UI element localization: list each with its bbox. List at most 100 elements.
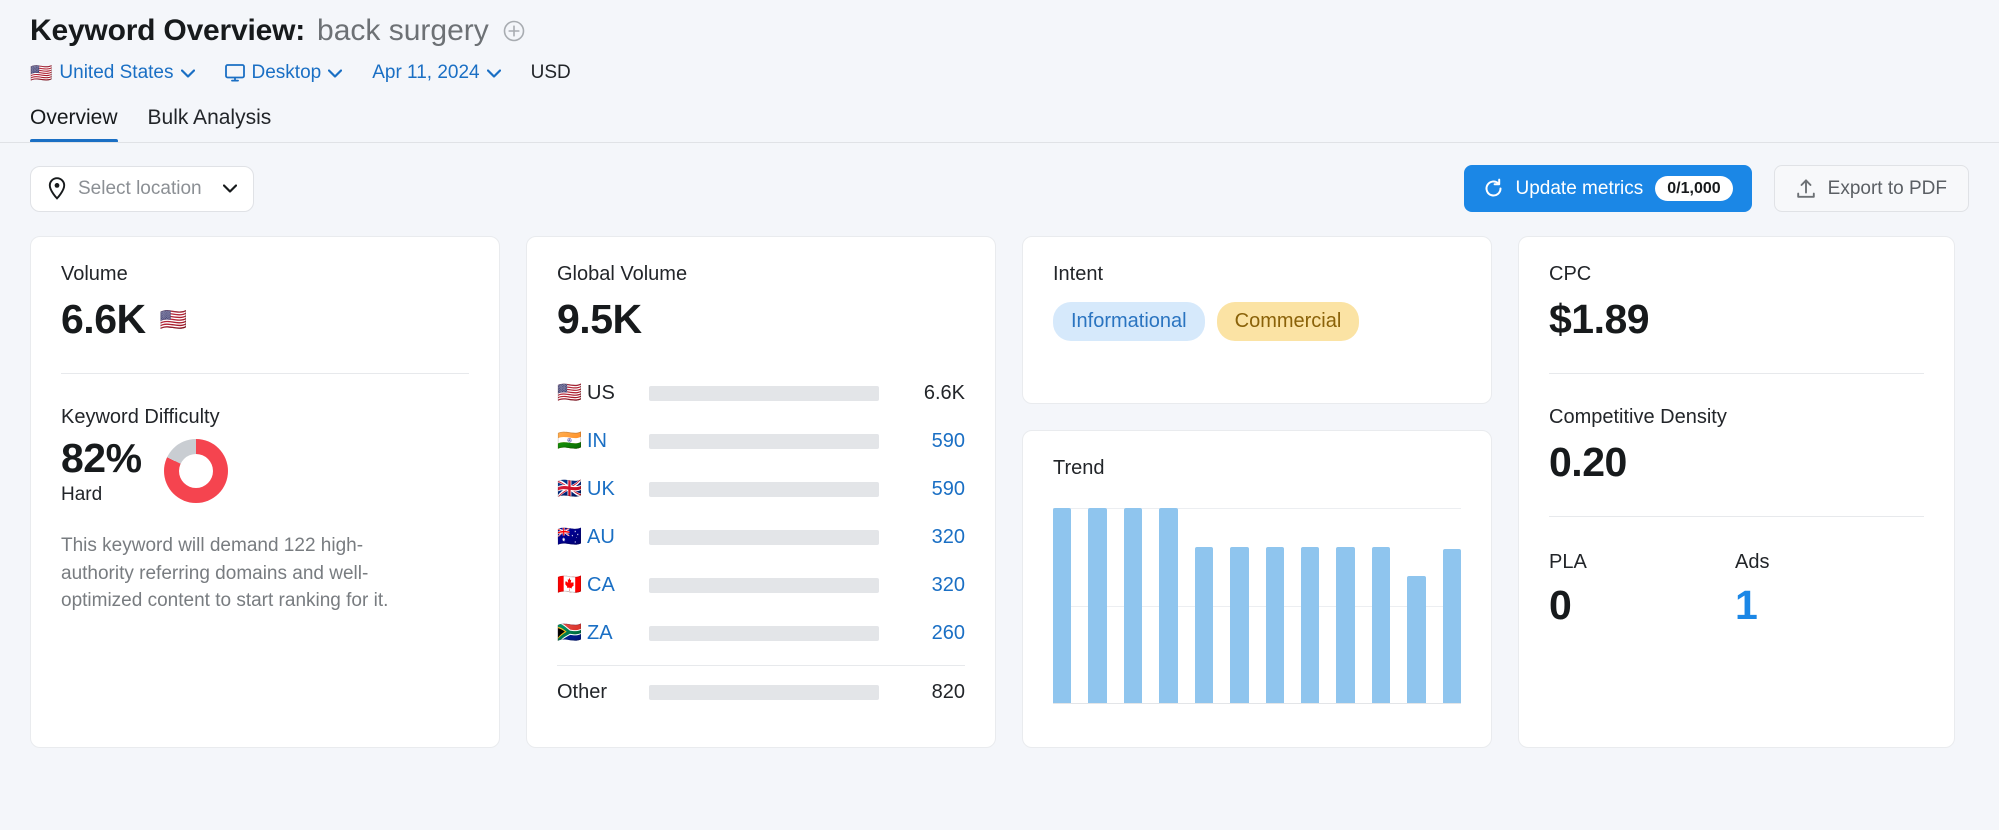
trend-bar xyxy=(1407,576,1426,703)
country-volume-row-other: Other 820 xyxy=(557,668,965,716)
desktop-icon xyxy=(224,64,245,82)
country-bar-track xyxy=(649,529,879,545)
select-location-dropdown[interactable]: Select location xyxy=(30,165,254,212)
device-label: Desktop xyxy=(251,62,322,83)
intent-pill-commercial[interactable]: Commercial xyxy=(1216,302,1360,341)
global-volume-label: Global Volume xyxy=(557,263,688,285)
competitive-density-label: Competitive Density xyxy=(1549,406,1727,428)
update-metrics-button[interactable]: Update metrics 0/1,000 xyxy=(1463,165,1752,212)
export-to-pdf-button[interactable]: Export to PDF xyxy=(1773,165,1969,212)
trend-bar xyxy=(1194,547,1214,703)
country-bar-track xyxy=(649,385,879,401)
country-bar-track xyxy=(649,481,879,497)
country-volume-value[interactable]: 320 xyxy=(879,574,965,597)
country-flag-icon: 🇺🇸 xyxy=(557,382,582,404)
country-code[interactable]: CA xyxy=(587,574,649,597)
other-label: Other xyxy=(557,680,608,703)
intent-trend-column: Intent Informational Commercial Trend xyxy=(1022,236,1492,748)
chevron-down-icon xyxy=(486,68,501,78)
country-volume-value[interactable]: 590 xyxy=(879,430,965,453)
global-volume-card: Global Volume 9.5K 🇺🇸 US 6.6K 🇮🇳 IN 590 🇬🇧 UK 59… xyxy=(526,236,996,748)
keyword-difficulty-values: 82% Hard xyxy=(61,435,142,506)
trend-bar xyxy=(1159,508,1178,703)
pla-cell: PLA 0 xyxy=(1549,551,1735,629)
country-bar-track xyxy=(649,577,879,593)
country-code[interactable]: ZA xyxy=(587,622,649,645)
keyword-difficulty-label: Keyword Difficulty xyxy=(61,406,220,428)
cpc-divider xyxy=(1549,373,1924,374)
pla-label: PLA xyxy=(1549,551,1587,573)
intent-pill-informational[interactable]: Informational xyxy=(1053,302,1205,341)
country-label: United States xyxy=(59,62,174,83)
volume-divider xyxy=(61,373,469,374)
country-volume-value: 6.6K xyxy=(923,381,965,404)
metrics-grid: Volume 6.6K 🇺🇸 Keyword Difficulty 82% Ha… xyxy=(0,212,1999,748)
tab-bulk-analysis[interactable]: Bulk Analysis xyxy=(148,106,272,143)
country-flag-icon: 🇮🇳 xyxy=(557,430,582,452)
global-volume-value-row: 9.5K xyxy=(557,296,965,343)
tab-bar-divider xyxy=(0,142,1999,143)
date-label: Apr 11, 2024 xyxy=(372,62,480,83)
plus-circle-icon[interactable] xyxy=(503,20,525,42)
country-volume-row: 🇺🇸 US 6.6K xyxy=(557,369,965,417)
competitive-density-block: Competitive Density 0.20 xyxy=(1549,406,1924,486)
cpc-card: CPC $1.89 Competitive Density 0.20 PLA 0… xyxy=(1518,236,1955,748)
country-flag-icon: 🇬🇧 xyxy=(557,478,582,500)
cpc-value-row: $1.89 xyxy=(1549,296,1924,343)
title-row: Keyword Overview: back surgery xyxy=(30,14,1999,48)
trend-bar xyxy=(1123,508,1143,703)
page-header: Keyword Overview: back surgery 🇺🇸 United… xyxy=(0,0,1999,84)
keyword-difficulty-description: This keyword will demand 122 high-author… xyxy=(61,535,389,612)
keyword-difficulty-row: 82% Hard xyxy=(61,435,469,506)
country-volume-row: 🇮🇳 IN 590 xyxy=(557,417,965,465)
meta-row: 🇺🇸 United States Desktop Apr 11, 2024 US… xyxy=(30,62,1999,84)
trend-bar xyxy=(1336,547,1355,703)
country-code[interactable]: AU xyxy=(587,526,649,549)
device-selector[interactable]: Desktop xyxy=(224,62,343,84)
country-volume-value[interactable]: 260 xyxy=(879,622,965,645)
page-title: Keyword Overview: xyxy=(30,14,306,47)
chevron-down-icon xyxy=(328,68,343,78)
trend-bar xyxy=(1053,508,1072,703)
refresh-icon xyxy=(1485,178,1501,197)
country-flag-icon: 🇿🇦 xyxy=(557,622,582,644)
trend-baseline xyxy=(1053,703,1461,704)
country-code[interactable]: UK xyxy=(587,478,649,501)
country-selector[interactable]: 🇺🇸 United States xyxy=(30,62,195,84)
country-flag-icon: 🇺🇸 xyxy=(30,63,53,83)
intent-card: Intent Informational Commercial xyxy=(1022,236,1492,404)
tab-bar: Overview Bulk Analysis xyxy=(0,106,1999,143)
trend-bar xyxy=(1371,547,1391,703)
trend-label: Trend xyxy=(1053,457,1105,479)
date-selector[interactable]: Apr 11, 2024 xyxy=(372,62,501,84)
select-location-label: Select location xyxy=(78,177,202,199)
currency-label-wrap: USD xyxy=(531,62,571,84)
pla-ads-block: PLA 0 Ads 1 xyxy=(1549,551,1924,629)
country-code[interactable]: IN xyxy=(587,430,649,453)
country-volume-value[interactable]: 320 xyxy=(879,526,965,549)
volume-label: Volume xyxy=(61,263,128,285)
country-flag-icon: 🇨🇦 xyxy=(557,574,582,596)
currency-label: USD xyxy=(530,62,571,83)
keyword-difficulty-donut-chart xyxy=(163,438,228,503)
trend-bar xyxy=(1230,547,1249,703)
volume-value: 6.6K xyxy=(61,296,146,342)
trend-bar xyxy=(1265,547,1284,703)
country-list-divider xyxy=(557,665,965,666)
upload-icon xyxy=(1796,179,1815,198)
keyword-difficulty-value: 82% xyxy=(61,435,142,481)
keyword-difficulty-block: Keyword Difficulty 82% Hard This keyword… xyxy=(61,406,469,615)
ads-value[interactable]: 1 xyxy=(1735,582,1921,629)
competitive-density-value: 0.20 xyxy=(1549,439,1627,485)
toolbar-actions: Update metrics 0/1,000 Export to PDF xyxy=(1463,165,1969,212)
keyword-difficulty-level: Hard xyxy=(61,484,103,505)
other-bar-track xyxy=(649,684,879,700)
tab-overview[interactable]: Overview xyxy=(30,106,118,143)
country-volume-list: 🇺🇸 US 6.6K 🇮🇳 IN 590 🇬🇧 UK 590 🇦🇺 AU 320 🇨🇦 CA 320 🇿🇦 ZA… xyxy=(557,369,965,657)
update-quota-badge: 0/1,000 xyxy=(1655,175,1733,202)
competitive-density-divider xyxy=(1549,516,1924,517)
trend-bar xyxy=(1088,508,1107,703)
country-volume-value[interactable]: 590 xyxy=(879,478,965,501)
trend-bar xyxy=(1300,547,1320,703)
keyword-text: back surgery xyxy=(317,14,489,47)
